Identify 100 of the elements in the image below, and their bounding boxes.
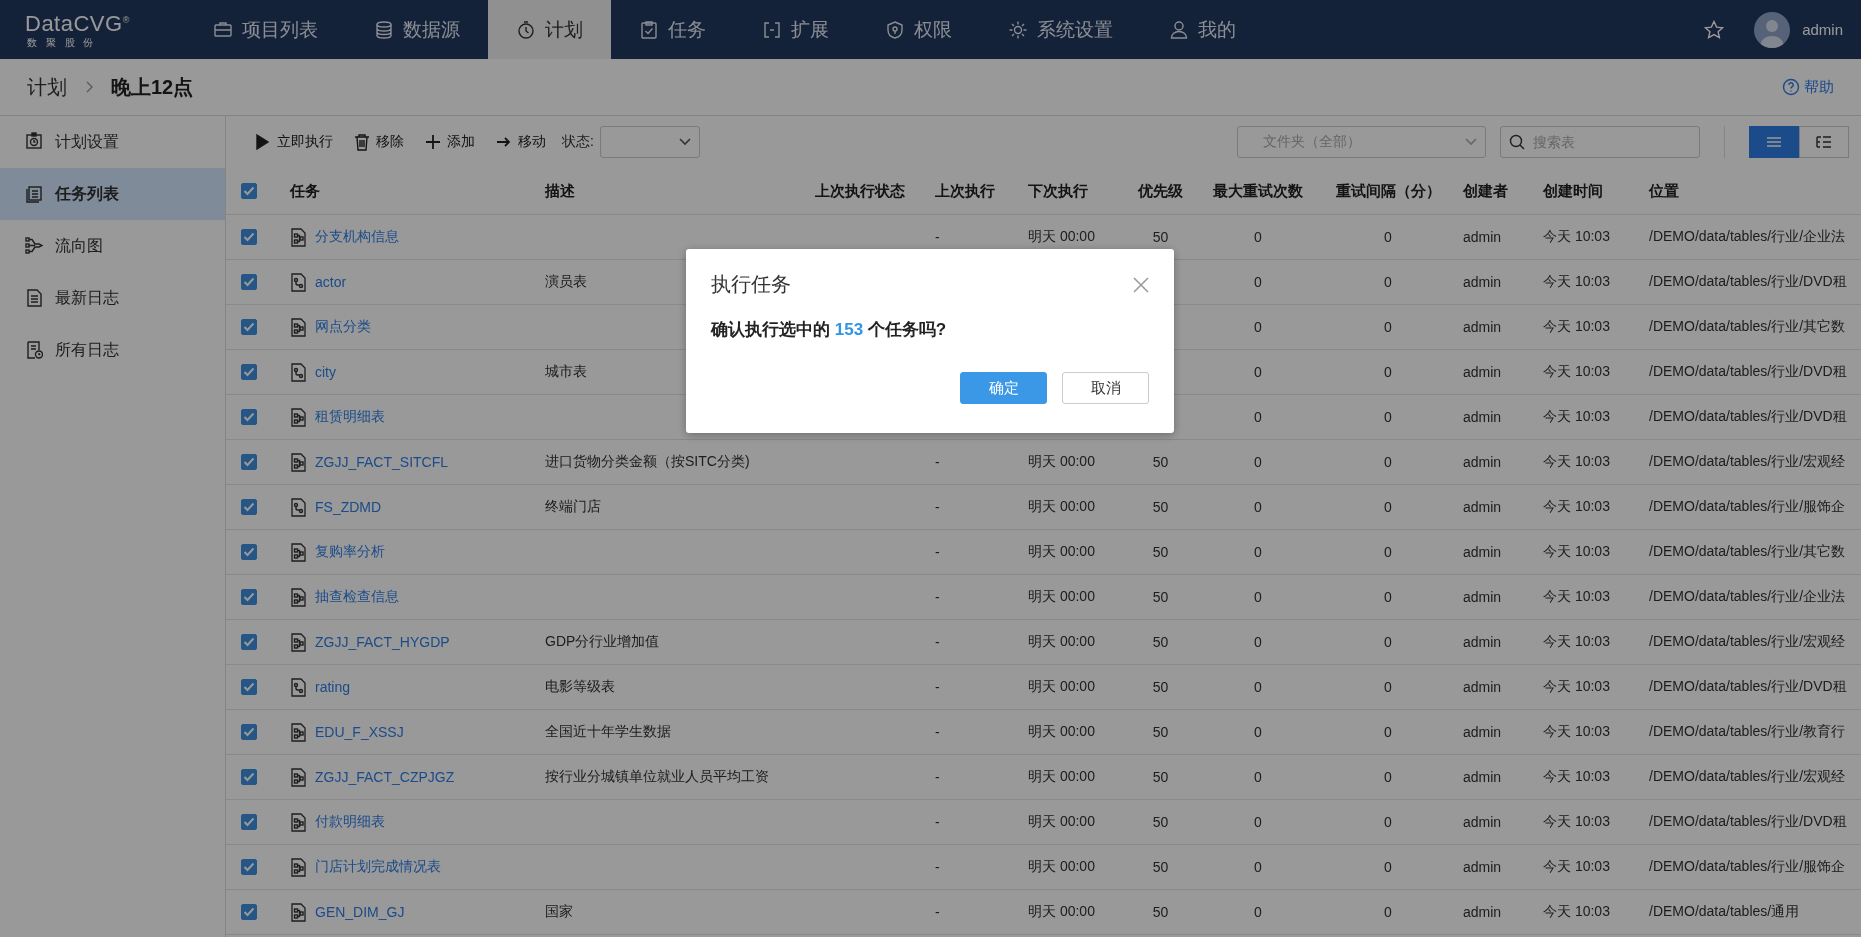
table-cell-text: /DEMO/data/tables/行业/宏观经 bbox=[1648, 633, 1846, 651]
task-link[interactable]: FS_ZDMD bbox=[315, 499, 382, 515]
checkbox[interactable] bbox=[241, 364, 257, 380]
sidebar-item[interactable]: 流向图 bbox=[0, 220, 225, 272]
table-cell-text: - bbox=[934, 634, 940, 650]
task-link[interactable]: 付款明细表 bbox=[315, 813, 385, 831]
checkbox[interactable] bbox=[241, 544, 257, 560]
star-icon[interactable] bbox=[1704, 19, 1725, 40]
view-toggle[interactable] bbox=[1749, 126, 1799, 158]
table-cell-text: 明天 00:00 bbox=[1027, 633, 1095, 651]
checkmark-icon bbox=[243, 412, 255, 422]
sidebar-item[interactable]: 所有日志 bbox=[0, 324, 225, 376]
task-link[interactable]: 分支机构信息 bbox=[315, 228, 399, 246]
table-cell: 0 bbox=[1254, 499, 1262, 515]
nav-tab[interactable]: 任务 bbox=[611, 0, 734, 59]
checkbox[interactable] bbox=[241, 454, 257, 470]
table-cell: 0 bbox=[1254, 544, 1262, 560]
checkbox[interactable] bbox=[241, 274, 257, 290]
view-toggle[interactable] bbox=[1799, 126, 1849, 158]
checkbox[interactable] bbox=[241, 183, 257, 199]
nav-tab[interactable]: 系统设置 bbox=[980, 0, 1141, 59]
checkbox[interactable] bbox=[241, 319, 257, 335]
checkbox[interactable] bbox=[241, 229, 257, 245]
toolbar-button[interactable]: 添加 bbox=[414, 126, 485, 158]
checkbox[interactable] bbox=[241, 499, 257, 515]
table-cell: 0 bbox=[1384, 679, 1392, 695]
table-cell-text: 今天 10:03 bbox=[1542, 858, 1610, 876]
checkbox[interactable] bbox=[241, 724, 257, 740]
sidebar-item[interactable]: 计划设置 bbox=[0, 116, 225, 168]
table-cell-text: 今天 10:03 bbox=[1542, 273, 1610, 291]
nav-tab[interactable]: 权限 bbox=[857, 0, 980, 59]
chevron-right-icon bbox=[85, 81, 93, 93]
nav-tab[interactable]: 项目列表 bbox=[185, 0, 346, 59]
task-link[interactable]: ZGJJ_FACT_SITCFL bbox=[315, 454, 449, 470]
confirm-button[interactable]: 确定 bbox=[960, 372, 1047, 404]
column-header: 最大重试次数 bbox=[1213, 181, 1303, 201]
checkbox[interactable] bbox=[241, 904, 257, 920]
briefcase-icon bbox=[213, 19, 233, 40]
table-cell: 0 bbox=[1384, 409, 1392, 425]
username[interactable]: admin bbox=[1802, 21, 1843, 38]
task-link[interactable]: 网点分类 bbox=[315, 318, 371, 336]
table-cell: 0 bbox=[1384, 769, 1392, 785]
toolbar-button[interactable]: 立即执行 bbox=[244, 126, 343, 158]
checkbox[interactable] bbox=[241, 769, 257, 785]
document-icon bbox=[25, 288, 43, 308]
breadcrumb-link[interactable]: 计划 bbox=[27, 73, 67, 101]
checkbox[interactable] bbox=[241, 814, 257, 830]
clipboard-check-icon bbox=[639, 19, 659, 40]
task-link[interactable]: 抽查检查信息 bbox=[315, 588, 399, 606]
checkbox[interactable] bbox=[241, 409, 257, 425]
table-cell-text: - bbox=[934, 859, 940, 875]
task-link[interactable]: 复购率分析 bbox=[315, 543, 385, 561]
task-link[interactable]: 租赁明细表 bbox=[315, 408, 385, 426]
checkbox[interactable] bbox=[241, 589, 257, 605]
table-cell-text: /DEMO/data/tables/行业/教育行 bbox=[1648, 723, 1846, 741]
nav-tab[interactable]: 数据源 bbox=[346, 0, 488, 59]
table-cell-text: admin bbox=[1462, 814, 1502, 830]
task-link[interactable]: EDU_F_XSSJ bbox=[315, 724, 404, 740]
table-cell: 50 bbox=[1152, 499, 1169, 515]
table-cell: 0 bbox=[1384, 544, 1392, 560]
checkbox[interactable] bbox=[241, 634, 257, 650]
sidebar-item[interactable]: 最新日志 bbox=[0, 272, 225, 324]
status-label: 状态: bbox=[562, 133, 594, 151]
status-dropdown[interactable] bbox=[599, 126, 700, 158]
task-link[interactable]: GEN_DIM_GJ bbox=[315, 904, 405, 920]
avatar[interactable] bbox=[1754, 11, 1791, 48]
nav-tab[interactable]: 扩展 bbox=[734, 0, 857, 59]
bracket-icon bbox=[762, 19, 782, 40]
table-cell-text: /DEMO/data/tables/行业/DVD租 bbox=[1648, 363, 1847, 381]
table-cell-text: 明天 00:00 bbox=[1027, 228, 1095, 246]
task-link[interactable]: ZGJJ_FACT_HYGDP bbox=[315, 634, 450, 650]
table-cell-text: 今天 10:03 bbox=[1542, 318, 1610, 336]
table-cell-text: /DEMO/data/tables/行业/DVD租 bbox=[1648, 273, 1847, 291]
table-cell: 0 bbox=[1254, 814, 1262, 830]
log-clock-icon bbox=[25, 340, 43, 360]
nav-tab[interactable]: 计划 bbox=[488, 0, 611, 59]
column-header: 描述 bbox=[544, 181, 575, 201]
task-link[interactable]: ZGJJ_FACT_CZPJGZ bbox=[315, 769, 455, 785]
help-link[interactable]: 帮助 bbox=[1782, 77, 1834, 97]
table-cell-text: 今天 10:03 bbox=[1542, 498, 1610, 516]
checkbox[interactable] bbox=[241, 859, 257, 875]
task-link[interactable]: city bbox=[315, 364, 336, 380]
table-cell-text: admin bbox=[1462, 274, 1502, 290]
task-link[interactable]: actor bbox=[315, 274, 347, 290]
toolbar-button[interactable]: 移除 bbox=[343, 126, 414, 158]
task-link[interactable]: 门店计划完成情况表 bbox=[315, 858, 441, 876]
sidebar-item[interactable]: 任务列表 bbox=[0, 168, 225, 220]
table-cell-text: 今天 10:03 bbox=[1542, 903, 1610, 921]
close-icon[interactable] bbox=[1133, 276, 1149, 293]
checkbox[interactable] bbox=[241, 679, 257, 695]
task-link[interactable]: rating bbox=[315, 679, 351, 695]
nav-tab[interactable]: 我的 bbox=[1141, 0, 1264, 59]
toolbar-button[interactable]: 移动 bbox=[485, 126, 556, 158]
cancel-button[interactable]: 取消 bbox=[1062, 372, 1149, 404]
table-cell: 0 bbox=[1254, 769, 1262, 785]
table-cell-text: 今天 10:03 bbox=[1542, 723, 1610, 741]
table-cell-text: - bbox=[934, 544, 940, 560]
table-cell-text: /DEMO/data/tables/行业/DVD租 bbox=[1648, 678, 1847, 696]
user-icon bbox=[1169, 19, 1189, 40]
breadcrumb-current: 晚上12点 bbox=[111, 74, 194, 100]
